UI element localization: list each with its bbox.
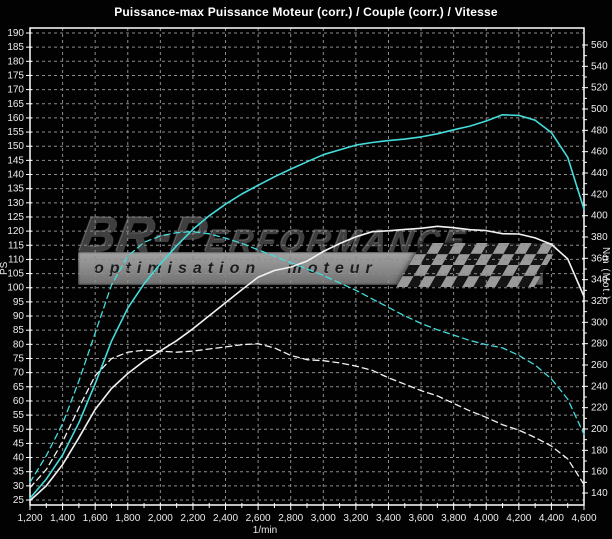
right-axis-title: Nm (Mot.): [595, 224, 611, 324]
x-axis-tick-label: 3,000: [311, 513, 336, 524]
left-axis-tick-label: 40: [13, 453, 25, 464]
x-axis-tick-label: 1,600: [83, 513, 108, 524]
left-axis-tick-label: 135: [7, 184, 24, 195]
x-axis-tick-label: 3,600: [409, 513, 434, 524]
left-axis-tick-label: 125: [7, 212, 24, 223]
x-axis-tick-label: 4,600: [571, 513, 596, 524]
right-axis-tick-label: 420: [591, 189, 608, 200]
left-axis-tick-label: 160: [7, 113, 24, 124]
left-axis-tick-label: 145: [7, 155, 24, 166]
right-axis-tick-label: 520: [591, 83, 608, 94]
curve-couple-corr-origine: [30, 344, 584, 488]
x-axis-tick-label: 1,400: [50, 513, 75, 524]
right-axis-tick-label: 140: [591, 488, 608, 499]
left-axis-tick-label: 185: [7, 42, 24, 53]
x-axis-tick-label: 4,400: [539, 513, 564, 524]
x-axis-tick-label: 2,000: [148, 513, 173, 524]
plot-area: 190 185 180 175 170 165 160 155 150 145 140 135 130 1…: [0, 0, 612, 539]
x-axis-tick-label: 4,200: [506, 513, 531, 524]
left-axis-tick-label: 120: [7, 226, 24, 237]
left-axis-tick-label: 50: [13, 424, 25, 435]
right-axis-tick-label: 460: [591, 147, 608, 158]
left-axis-tick-label: 60: [13, 396, 25, 407]
right-axis-tick-label: 220: [591, 403, 608, 414]
x-axis-tick-label: 3,800: [441, 513, 466, 524]
curve-puissance-moteur-corr-optimisee: [30, 115, 584, 499]
left-axis-tick-label: 65: [13, 382, 25, 393]
x-axis-tick-label: 3,200: [343, 513, 368, 524]
right-axis-tick-label: 280: [591, 339, 608, 350]
left-axis-tick-label: 190: [7, 28, 24, 39]
left-axis-tick-label: 25: [13, 495, 25, 506]
left-axis-tick-label: 35: [13, 467, 25, 478]
plot-frame: [30, 28, 584, 505]
left-axis-tick-label: 75: [13, 353, 25, 364]
left-axis-tick-label: 55: [13, 410, 25, 421]
right-axis-tick-label: 180: [591, 445, 608, 456]
left-axis-tick-label: 155: [7, 127, 24, 138]
right-axis-tick-label: 560: [591, 40, 608, 51]
left-axis-tick-label: 90: [13, 311, 25, 322]
x-axis-tick-label: 2,800: [278, 513, 303, 524]
x-axis-tick-label: 3,400: [376, 513, 401, 524]
left-axis-tick-label: 85: [13, 325, 25, 336]
left-axis-tick-label: 30: [13, 481, 25, 492]
right-axis-tick-label: 480: [591, 125, 608, 136]
left-axis-tick-label: 95: [13, 297, 25, 308]
left-axis-tick-label: 130: [7, 198, 24, 209]
right-axis-tick-label: 440: [591, 168, 608, 179]
right-axis-tick-label: 500: [591, 104, 608, 115]
left-axis-tick-label: 80: [13, 339, 25, 350]
x-axis-tick-label: 2,200: [180, 513, 205, 524]
left-axis-tick-label: 140: [7, 170, 24, 181]
left-axis-tick-label: 165: [7, 99, 24, 110]
left-axis-tick-label: 150: [7, 141, 24, 152]
x-axis-tick-label: 4,000: [474, 513, 499, 524]
right-axis-tick-label: 240: [591, 381, 608, 392]
right-axis-tick-label: 400: [591, 211, 608, 222]
left-axis-tick-label: 70: [13, 368, 25, 379]
x-axis-title: 1/min: [205, 525, 325, 536]
left-axis-tick-label: 180: [7, 56, 24, 67]
left-axis-tick-label: 45: [13, 438, 25, 449]
x-axis-tick-label: 2,600: [246, 513, 271, 524]
right-axis-tick-label: 260: [591, 360, 608, 371]
left-axis-title: PS: [0, 248, 15, 288]
left-axis-tick-label: 175: [7, 70, 24, 81]
right-axis-tick-label: 200: [591, 424, 608, 435]
chart-title: Puissance-max Puissance Moteur (corr.) /…: [0, 5, 612, 19]
curve-puissance-moteur-corr-origine: [30, 226, 584, 500]
x-axis-tick-label: 2,400: [213, 513, 238, 524]
x-axis-tick-label: 1,200: [17, 513, 42, 524]
left-axis-tick-label: 170: [7, 85, 24, 96]
curve-couple-corr-optimise: [30, 232, 584, 483]
right-axis-tick-label: 160: [591, 467, 608, 478]
right-axis-tick-label: 540: [591, 61, 608, 72]
x-axis-tick-label: 1,800: [115, 513, 140, 524]
dyno-chart-window: Puissance-max Puissance Moteur (corr.) /…: [0, 0, 612, 539]
